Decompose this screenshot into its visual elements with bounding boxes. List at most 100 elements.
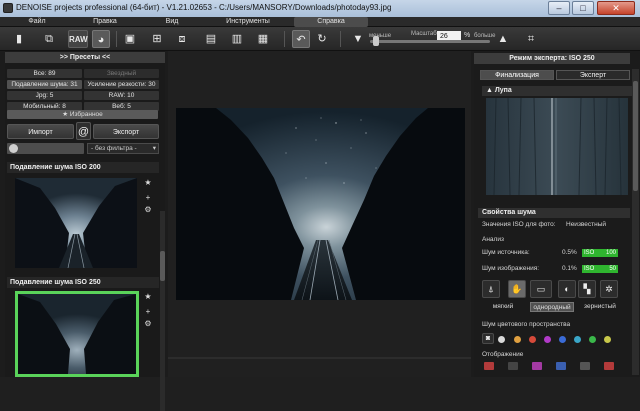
stat-jpg[interactable]: Jpg: 5: [7, 91, 82, 100]
compare-icon[interactable]: ▦: [254, 30, 272, 48]
new-project-icon[interactable]: ▮: [10, 30, 28, 48]
toolbar-divider: [340, 31, 341, 47]
zoom-out-icon[interactable]: ▼: [349, 30, 367, 48]
zoom-in-icon[interactable]: ▲: [494, 30, 512, 48]
tab-finalization[interactable]: Финализация: [480, 70, 554, 80]
undo-icon[interactable]: ↶: [292, 30, 310, 48]
app-window: DENOISE projects professional (64-бит) -…: [0, 0, 640, 411]
presets-title: >> Пресеты <<: [5, 52, 165, 63]
menu-view[interactable]: Вид: [158, 17, 186, 27]
color-swatch-green[interactable]: [589, 336, 596, 343]
display-mode-icon[interactable]: [508, 362, 518, 370]
expert-panel: Режим эксперта: ISO 250 Финализация Эксп…: [474, 51, 640, 377]
redo-icon[interactable]: ↻: [313, 30, 331, 48]
expert-scrollbar[interactable]: [632, 69, 639, 375]
batch-icon[interactable]: ⧉: [40, 30, 58, 48]
image-noise-label: Шум изображения:: [482, 265, 540, 272]
camera-icon[interactable]: ◙: [482, 333, 494, 344]
gear-icon[interactable]: ⚙: [143, 205, 153, 215]
menu-file[interactable]: Файл: [22, 17, 52, 27]
crop-icon[interactable]: ⌗: [522, 30, 540, 48]
favorites-button[interactable]: ★ Избранное: [7, 110, 158, 119]
preset-thumbnail-image: [18, 294, 136, 374]
display-mode-icon[interactable]: [484, 362, 494, 370]
preset-thumbnail[interactable]: [15, 291, 139, 377]
close-button[interactable]: ✕: [597, 1, 635, 15]
presets-scrollbar[interactable]: [160, 211, 165, 411]
zoom-unit: %: [464, 32, 471, 39]
stat-sharpening[interactable]: Усиление резкости: 30: [84, 80, 159, 89]
source-noise-percent: 0.5%: [562, 249, 577, 256]
star-icon[interactable]: ★: [143, 292, 153, 302]
maximize-button[interactable]: □: [572, 1, 594, 15]
export-image-icon[interactable]: ⊞: [148, 30, 166, 48]
iso-label: Значения ISO для фото:: [482, 221, 556, 228]
display-label: Отображение: [482, 351, 524, 358]
stat-raw[interactable]: RAW: 10: [84, 91, 159, 100]
settings-icon[interactable]: ▥: [228, 30, 246, 48]
mode-soft[interactable]: мягкий: [482, 302, 524, 312]
import-button[interactable]: Импорт: [7, 124, 74, 139]
menu-bar: Файл Правка Вид Инструменты Справка: [0, 17, 640, 27]
zoom-slider[interactable]: [370, 40, 490, 43]
minimize-button[interactable]: –: [548, 1, 570, 15]
palette-icon[interactable]: ◕: [92, 30, 110, 48]
stat-noise-reduction[interactable]: Подавление шума: 31: [7, 80, 82, 89]
gear-icon[interactable]: ⚙: [143, 319, 153, 329]
mode-grainy[interactable]: зернистый: [578, 302, 622, 312]
toolbar-divider: [116, 31, 117, 47]
collapse-arrow-icon[interactable]: ▲: [486, 87, 495, 94]
preset-card[interactable]: Подавление шума ISO 200 ★ + ⚙: [7, 162, 159, 275]
filter-select[interactable]: - без фильтра - ▾: [87, 143, 159, 154]
color-swatch-red[interactable]: [529, 336, 536, 343]
zoom-slider-handle[interactable]: [373, 36, 379, 46]
color-swatch-white[interactable]: [498, 336, 505, 343]
save-icon[interactable]: ▣: [121, 30, 139, 48]
display-mode-icon[interactable]: [556, 362, 566, 370]
at-icon[interactable]: @: [76, 122, 91, 140]
preset-card-selected[interactable]: Подавление шума ISO 250 ★ + ⚙: [7, 277, 159, 377]
contrast-tool-icon[interactable]: ▚: [578, 280, 596, 298]
loupe-header: ▲ Лупа: [482, 86, 632, 96]
sun-tool-icon[interactable]: ✲: [600, 280, 618, 298]
color-swatch-orange[interactable]: [514, 336, 521, 343]
menu-help[interactable]: Справка: [294, 17, 368, 27]
zoom-scale-label: Масштаб: [411, 31, 437, 37]
target-tool-icon[interactable]: ◐: [558, 280, 576, 298]
print-icon[interactable]: ▤: [202, 30, 220, 48]
display-mode-icon[interactable]: [604, 362, 614, 370]
grain-tool-icon[interactable]: ▭: [530, 280, 552, 298]
copy-icon[interactable]: ⧈: [173, 30, 191, 48]
preset-title: Подавление шума ISO 250: [7, 277, 159, 288]
preset-thumbnail[interactable]: [15, 178, 137, 268]
color-swatch-yellow[interactable]: [604, 336, 611, 343]
noise-properties-header: Свойства шума: [478, 208, 630, 218]
canvas-divider: [168, 357, 471, 359]
search-input[interactable]: [7, 143, 84, 154]
add-icon[interactable]: +: [143, 193, 153, 203]
expert-scrollbar-handle[interactable]: [633, 81, 638, 191]
menu-tools[interactable]: Инструменты: [220, 17, 276, 27]
color-swatch-purple[interactable]: [544, 336, 551, 343]
export-button[interactable]: Экспорт: [93, 124, 159, 139]
image-noise-tag: ISO: [584, 266, 595, 272]
main-photo-image: [176, 108, 465, 300]
mode-uniform[interactable]: однородный: [530, 302, 574, 312]
presets-scrollbar-handle[interactable]: [160, 251, 165, 281]
loupe-preview[interactable]: [486, 98, 628, 195]
stat-all[interactable]: Все: 89: [7, 69, 82, 78]
menu-edit[interactable]: Правка: [88, 17, 122, 27]
main-photo[interactable]: [176, 108, 465, 300]
display-mode-icon[interactable]: [580, 362, 590, 370]
star-icon[interactable]: ★: [143, 178, 153, 188]
brush-tool-icon[interactable]: ⍋: [482, 280, 500, 298]
color-swatch-cyan[interactable]: [574, 336, 581, 343]
stat-starry[interactable]: Звездный: [84, 69, 159, 78]
raw-button[interactable]: RAW: [68, 30, 88, 48]
tab-expert[interactable]: Эксперт: [556, 70, 630, 80]
display-mode-icon[interactable]: [532, 362, 542, 370]
color-swatch-blue[interactable]: [559, 336, 566, 343]
hand-tool-icon[interactable]: ✋: [508, 280, 526, 298]
image-canvas[interactable]: [168, 51, 471, 377]
add-icon[interactable]: +: [143, 307, 153, 317]
